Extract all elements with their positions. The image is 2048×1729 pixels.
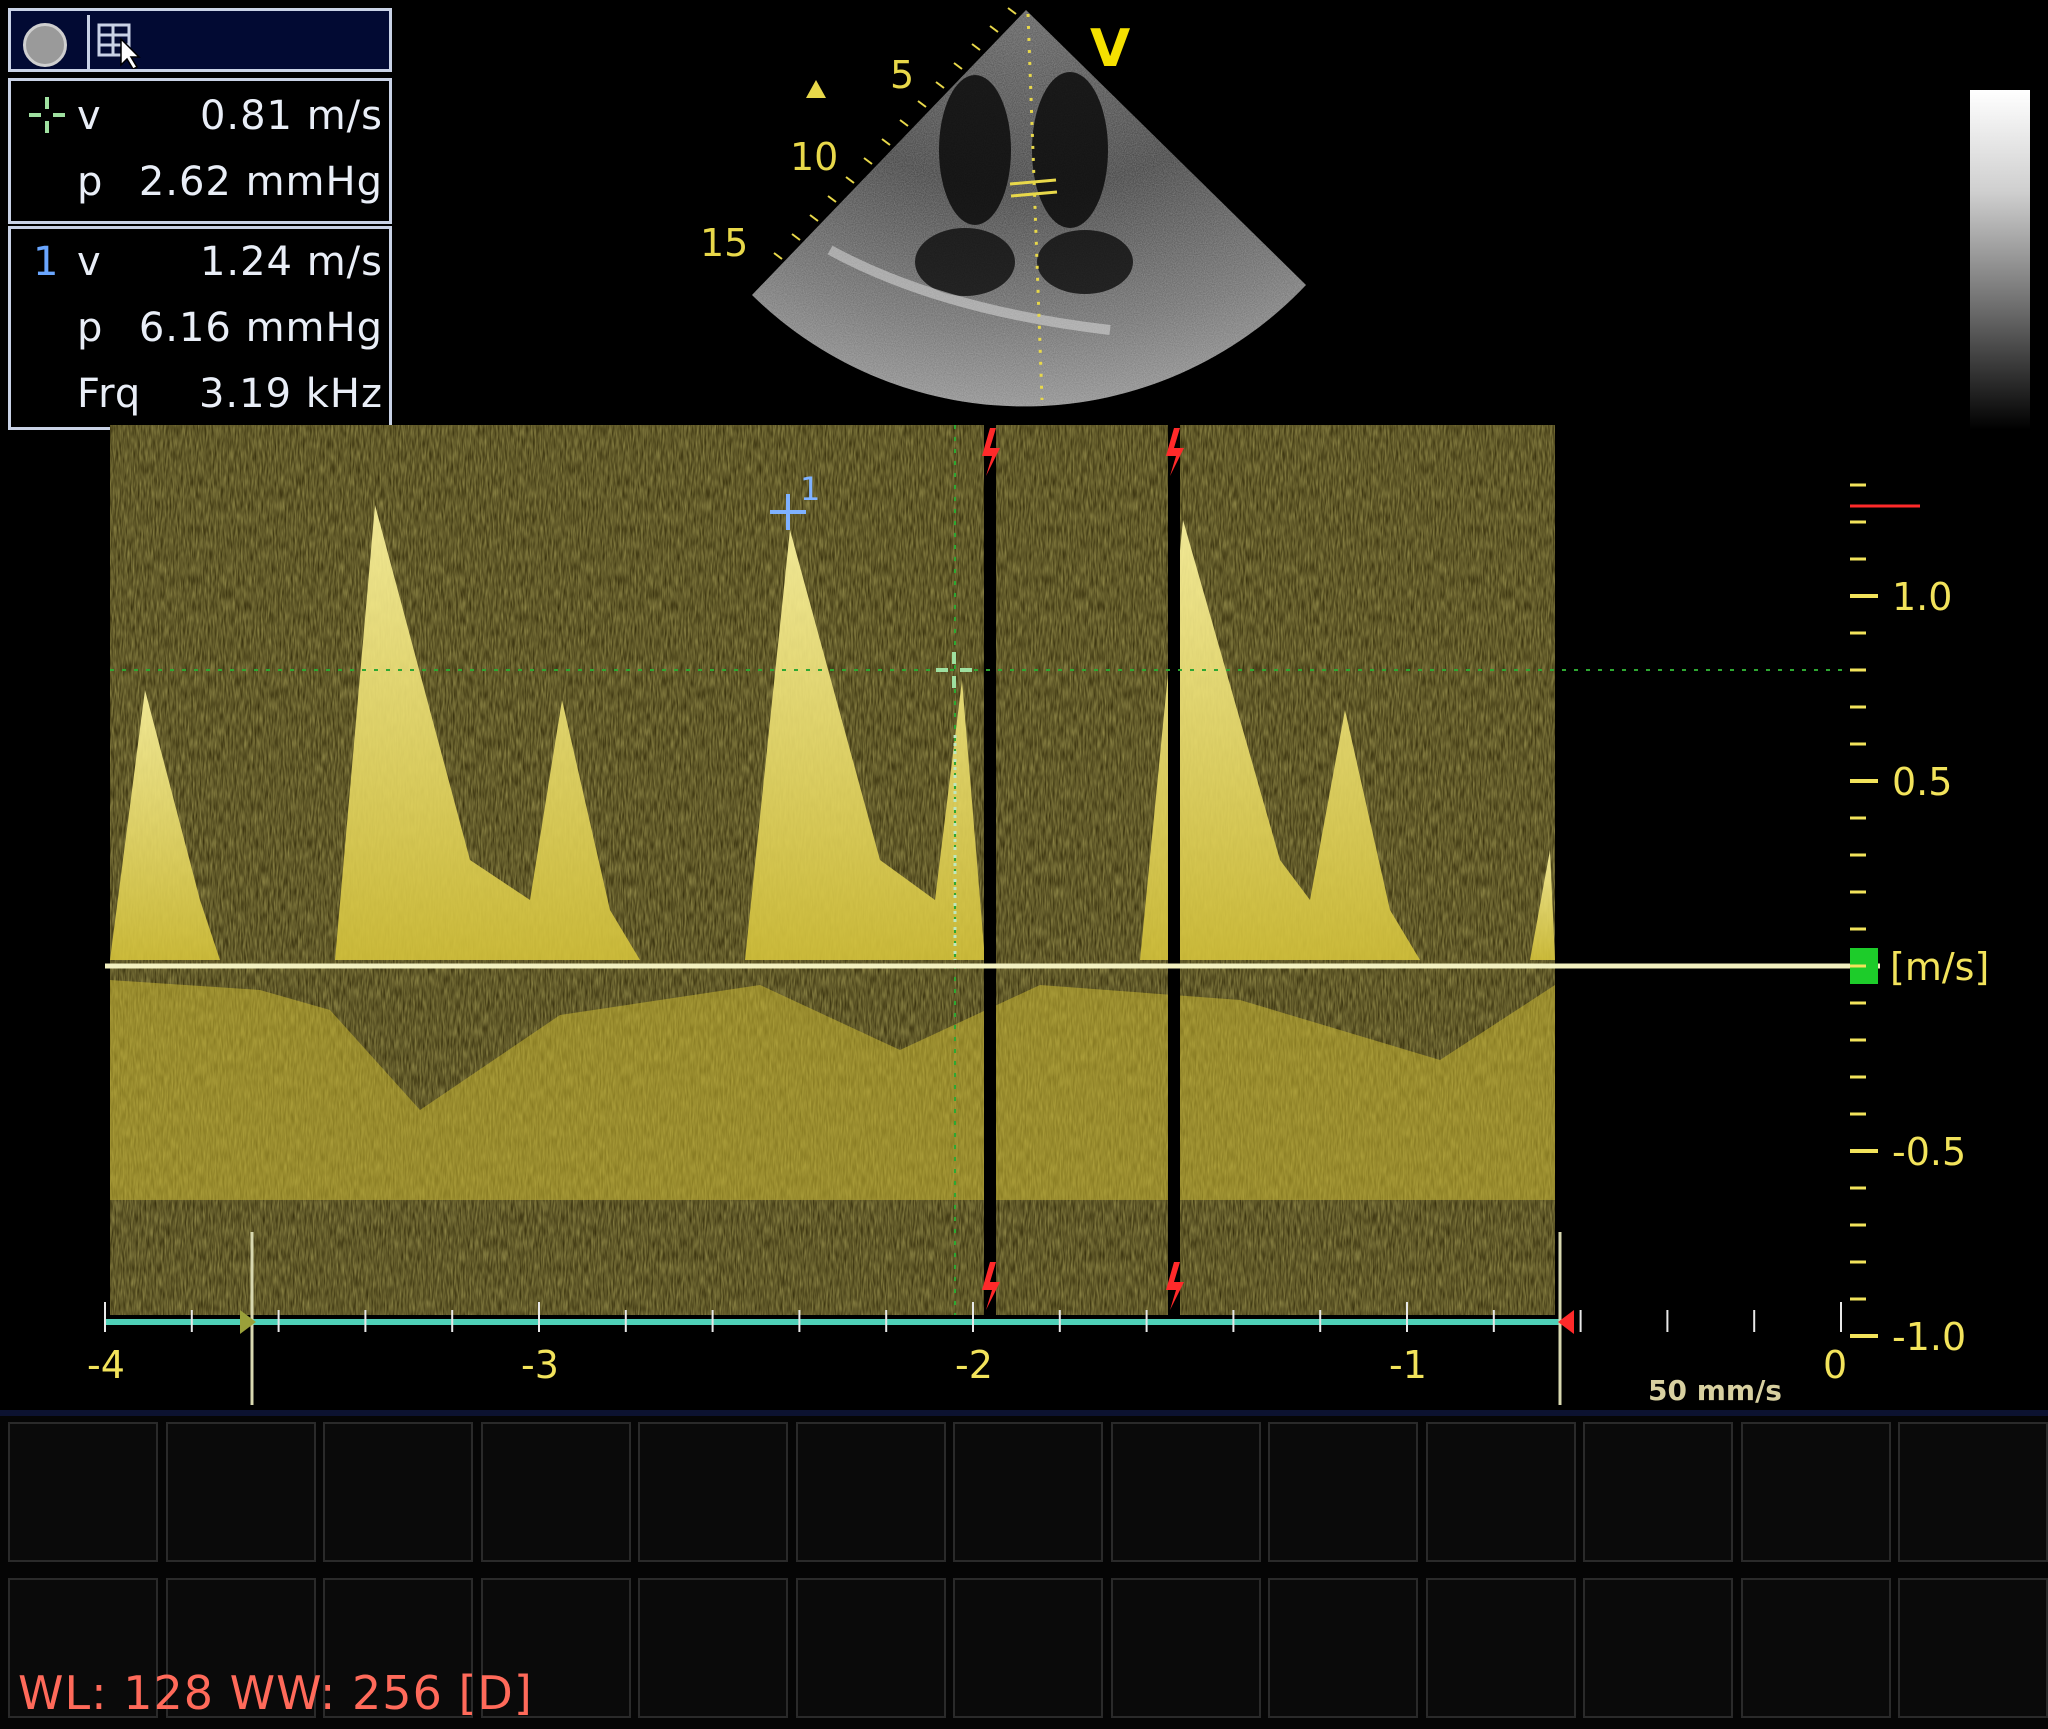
thumbnail-slot[interactable]	[165, 1422, 316, 1562]
marker1-frequency-row: Frq 3.19 kHz	[11, 365, 389, 423]
echo-sector-view: 5 10 15 V	[700, 7, 1306, 407]
record-button[interactable]	[23, 23, 67, 67]
marker1-velocity-value: 1.24 m/s	[199, 239, 383, 285]
velocity-tick-label: 0.5	[1892, 760, 1952, 804]
cursor-pressure-label: p	[77, 159, 104, 205]
velocity-tick-label: -0.5	[1892, 1130, 1966, 1174]
sector-image	[752, 10, 1306, 407]
time-tick-label: -1	[1389, 1343, 1427, 1387]
marker1-pressure-label: p	[77, 305, 104, 351]
marker1-index: 1	[33, 239, 60, 285]
marker1-measurement-box: 1 v 1.24 m/s p 6.16 mmHg Frq 3.19 kHz	[8, 226, 392, 430]
thumbnail-slot[interactable]	[1110, 1422, 1261, 1562]
time-tick-label: 0	[1823, 1343, 1847, 1387]
thumbnail-slot[interactable]	[953, 1422, 1103, 1562]
spectral-doppler-display: 1 1.0 0.5 -0.5 -1.0 [m/s] -4 -3 -2 -1 0 50 mm/s	[87, 425, 1989, 1407]
thumbnail-slot[interactable]	[1583, 1422, 1733, 1562]
grayscale-bar	[1970, 90, 2030, 430]
orientation-marker-v: V	[1090, 19, 1130, 79]
thumbnail-slot[interactable]	[480, 1422, 631, 1562]
thumbnail-slot[interactable]	[1425, 1422, 1576, 1562]
trigger-gap-2	[1168, 425, 1180, 1315]
probe-orientation-icon	[806, 80, 826, 98]
depth-label-10: 10	[790, 135, 838, 179]
cursor-pressure-value: 2.62 mmHg	[138, 159, 383, 205]
velocity-scale-ticks	[1850, 483, 1866, 1338]
velocity-tick-label: -1.0	[1892, 1315, 1966, 1359]
thumbnail-slot[interactable]	[1583, 1578, 1733, 1718]
cursor-pressure-row: p 2.62 mmHg	[11, 153, 389, 211]
thumbnail-slot[interactable]	[1898, 1578, 2048, 1718]
thumbnail-slot[interactable]	[1898, 1422, 2048, 1562]
marker1-frequency-value: 3.19 kHz	[198, 371, 383, 417]
thumbnail-slot[interactable]	[638, 1422, 788, 1562]
thumbnail-slot[interactable]	[795, 1578, 946, 1718]
thumbnail-slot[interactable]	[1110, 1578, 1261, 1718]
cursor-measurement-box: v 0.81 m/s p 2.62 mmHg	[8, 78, 392, 224]
cursor-velocity-value: 0.81 m/s	[199, 93, 383, 139]
time-tick-label: -2	[955, 1343, 993, 1387]
thumbnail-slot[interactable]	[1740, 1578, 1891, 1718]
sweep-speed-label: 50 mm/s	[1648, 1374, 1782, 1407]
thumbnail-slot[interactable]	[953, 1578, 1103, 1718]
thumbnail-slot[interactable]	[638, 1578, 788, 1718]
depth-label-5: 5	[890, 53, 914, 97]
cursor-velocity-label: v	[77, 93, 102, 139]
marker1-pressure-value: 6.16 mmHg	[138, 305, 383, 351]
thumbnail-slot[interactable]	[1740, 1422, 1891, 1562]
marker1-pressure-row: p 6.16 mmHg	[11, 299, 389, 357]
panel-toolbar	[8, 8, 392, 72]
thumbnail-slot[interactable]	[323, 1422, 473, 1562]
time-tick-label: -4	[87, 1343, 125, 1387]
cursor-velocity-row: v 0.81 m/s	[11, 87, 389, 145]
window-level-readout: WL: 128 WW: 256 [D]	[18, 1666, 533, 1720]
thumbnail-slot[interactable]	[1268, 1422, 1418, 1562]
trigger-gap-1	[984, 425, 996, 1315]
time-axis-labels: -4 -3 -2 -1 0	[87, 1343, 1847, 1387]
cursor-crosshair-icon	[29, 97, 65, 133]
velocity-unit-label: [m/s]	[1890, 945, 1989, 989]
marker1-label: 1	[800, 470, 820, 508]
thumbnail-slot[interactable]	[1268, 1578, 1418, 1718]
thumbnail-strip-divider	[0, 1410, 2048, 1416]
depth-label-15: 15	[700, 221, 748, 265]
settings-cursor-icon[interactable]	[95, 17, 155, 69]
thumbnail-slot[interactable]	[8, 1422, 158, 1562]
measurement-panel: v 0.81 m/s p 2.62 mmHg 1 v 1.24 m/s p 6.…	[8, 8, 392, 430]
time-tick-label: -3	[521, 1343, 559, 1387]
thumbnail-slot[interactable]	[795, 1422, 946, 1562]
marker1-velocity-row: 1 v 1.24 m/s	[11, 233, 389, 291]
velocity-tick-label: 1.0	[1892, 575, 1952, 619]
toolbar-divider	[87, 15, 90, 69]
thumbnail-slot[interactable]	[1425, 1578, 1576, 1718]
marker1-velocity-label: v	[77, 239, 102, 285]
marker1-frequency-label: Frq	[77, 371, 142, 417]
